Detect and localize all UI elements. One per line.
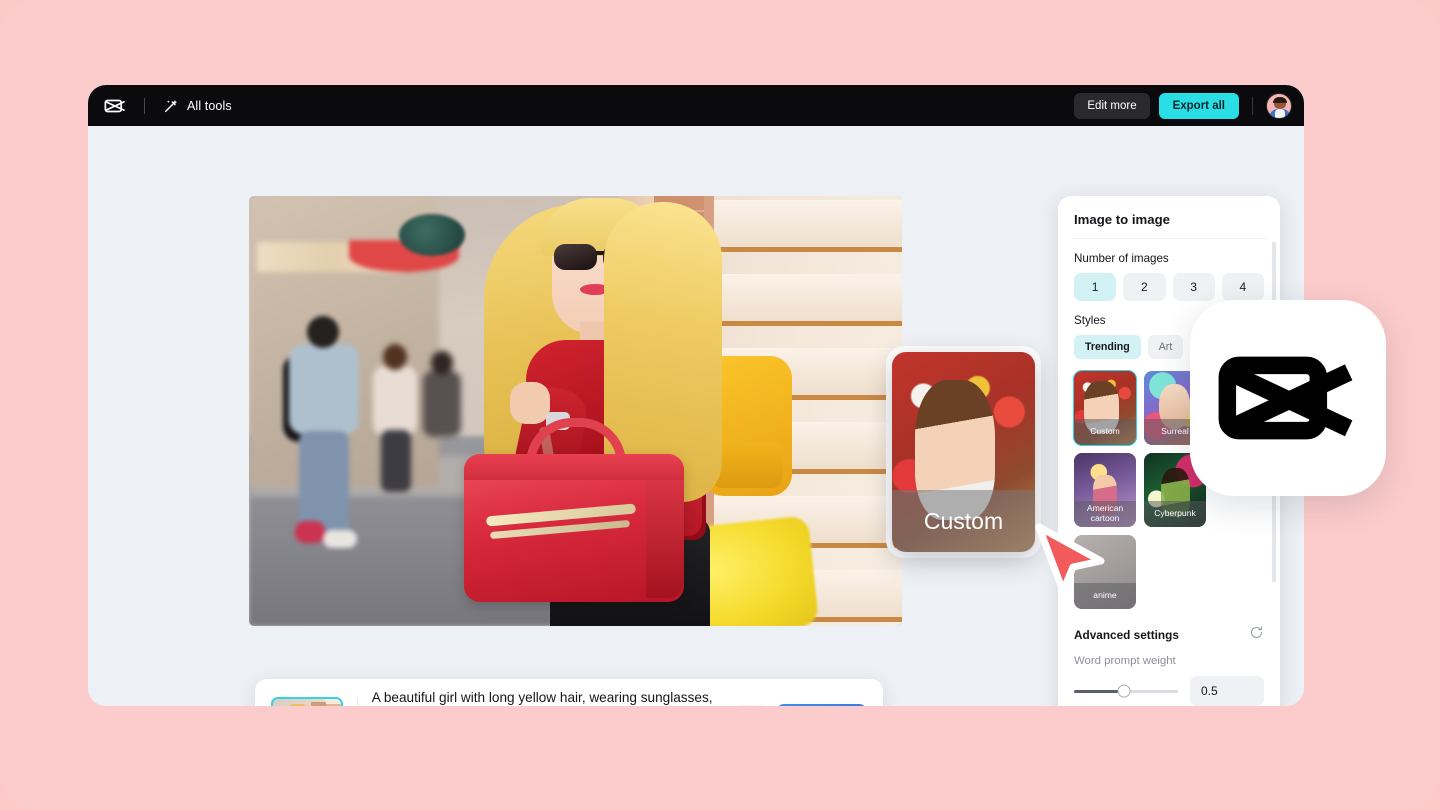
slider-word-prompt-weight: Word prompt weight 0.5 (1058, 645, 1280, 706)
avatar[interactable] (1266, 92, 1292, 119)
style-card-label: Cyberpunk (1144, 501, 1206, 527)
app-window: All tools Edit more Export all A beautif… (88, 85, 1304, 706)
generate-button[interactable]: Generate (775, 704, 867, 706)
prompt-content: A beautiful girl with long yellow hair, … (372, 688, 733, 706)
capcut-logo-overlay (1190, 300, 1386, 496)
topbar-divider (144, 97, 145, 114)
slider-label: Word prompt weight (1074, 655, 1176, 667)
style-card-custom[interactable]: Custom (1073, 370, 1137, 446)
generated-image-preview[interactable] (249, 196, 902, 626)
topbar-actions: Edit more Export all (1074, 92, 1292, 119)
style-card-american-cartoon[interactable]: American cartoon (1074, 453, 1136, 527)
topbar-separator (1252, 96, 1253, 115)
top-bar: All tools Edit more Export all (88, 85, 1304, 126)
reset-icon[interactable] (1249, 625, 1264, 645)
slider-knob[interactable] (1117, 684, 1131, 698)
all-tools-label: All tools (187, 98, 232, 113)
sparkle-icon[interactable] (732, 704, 767, 706)
style-tab-trending[interactable]: Trending (1074, 335, 1141, 359)
floating-style-card-custom[interactable]: Custom (892, 352, 1035, 552)
slider-track[interactable] (1074, 684, 1178, 698)
prompt-bar: A beautiful girl with long yellow hair, … (255, 679, 883, 706)
page-background: All tools Edit more Export all A beautif… (0, 0, 1440, 810)
number-option-4[interactable]: 4 (1221, 273, 1264, 301)
advanced-settings-title: Advanced settings (1074, 628, 1179, 642)
style-tab-art[interactable]: Art (1147, 335, 1184, 359)
source-image-thumbnail[interactable] (271, 696, 343, 706)
floating-card-label: Custom (892, 490, 1035, 552)
number-option-1[interactable]: 1 (1074, 273, 1117, 301)
panel-title: Image to image (1074, 212, 1171, 227)
prompt-input[interactable]: A beautiful girl with long yellow hair, … (372, 688, 733, 706)
mouse-cursor (1035, 523, 1105, 595)
slider-value-input[interactable]: 0.5 (1190, 676, 1264, 706)
hero-image-art (249, 196, 902, 626)
advanced-settings-header: Advanced settings (1058, 609, 1280, 645)
number-option-3[interactable]: 3 (1172, 273, 1215, 301)
prompt-divider (357, 698, 358, 706)
number-option-2[interactable]: 2 (1123, 273, 1166, 301)
export-all-button[interactable]: Export all (1158, 92, 1239, 119)
number-of-images-group: 1 2 3 4 (1058, 273, 1280, 301)
editor-canvas: A beautiful girl with long yellow hair, … (88, 126, 1304, 706)
all-tools-button[interactable]: All tools (163, 98, 232, 114)
capcut-logo-icon[interactable] (104, 95, 126, 117)
prompt-actions: Generate (732, 704, 867, 706)
number-of-images-label: Number of images (1074, 252, 1169, 265)
style-card-label: Custom (1074, 419, 1136, 445)
edit-more-button[interactable]: Edit more (1074, 92, 1150, 119)
capcut-logo-icon (1218, 356, 1353, 440)
magic-wand-icon (163, 98, 179, 114)
